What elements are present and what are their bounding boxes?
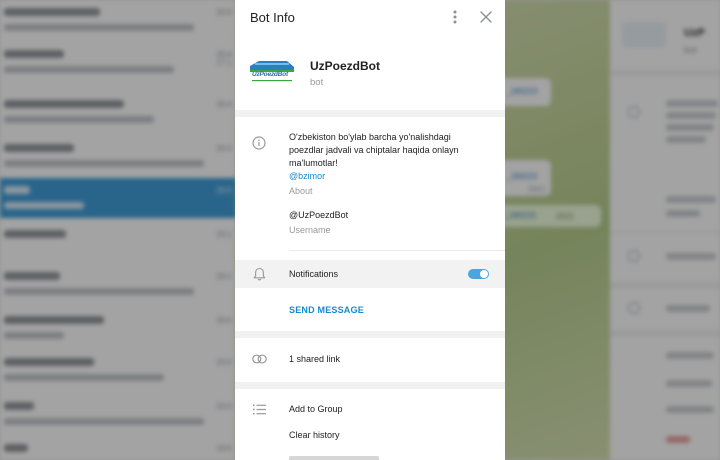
bot-status: bot	[310, 77, 324, 88]
about-caption: About	[289, 186, 313, 196]
section-divider	[235, 382, 505, 389]
divider	[289, 250, 505, 251]
about-mention-link[interactable]: @bzimor	[289, 171, 325, 181]
bot-info-dialog: Bot Info UzPoezdBot UzPoezdBot bot O'zbe…	[235, 0, 505, 460]
notifications-toggle[interactable]	[468, 269, 489, 279]
dialog-header: Bot Info	[235, 0, 505, 34]
more-vertical-icon	[453, 10, 457, 24]
bot-name: UzPoezdBot	[310, 59, 380, 73]
username-caption: Username	[289, 225, 331, 235]
section-divider	[235, 110, 505, 117]
bell-icon	[253, 267, 266, 281]
close-button[interactable]	[476, 7, 496, 27]
more-menu-button[interactable]	[445, 7, 465, 27]
notifications-label: Notifications	[289, 269, 339, 279]
list-icon	[253, 404, 266, 415]
section-divider	[235, 331, 505, 338]
uzpoezd-logo-icon	[247, 44, 297, 94]
shared-links-row[interactable]: 1 shared link	[235, 338, 505, 382]
close-icon	[480, 11, 492, 23]
add-to-group-button[interactable]: Add to Group	[289, 404, 343, 414]
clear-history-button[interactable]: Clear history	[289, 430, 340, 440]
send-message-button[interactable]: SEND MESSAGE	[289, 305, 364, 315]
notifications-row[interactable]: Notifications	[235, 260, 505, 288]
username-value[interactable]: @UzPoezdBot	[289, 210, 348, 220]
link-icon	[252, 354, 267, 364]
info-icon	[252, 136, 266, 150]
toggle-knob	[480, 270, 488, 278]
bot-profile: UzPoezdBot UzPoezdBot bot	[235, 34, 505, 110]
shared-links-label: 1 shared link	[289, 354, 341, 364]
avatar[interactable]: UzPoezdBot	[247, 44, 297, 94]
logo-text: UzPoezdBot	[252, 71, 288, 78]
dialog-title: Bot Info	[250, 10, 295, 25]
menu-item-partial[interactable]	[289, 456, 379, 460]
about-text: O'zbekiston bo'ylab barcha yo'nalishdagi…	[289, 132, 459, 168]
